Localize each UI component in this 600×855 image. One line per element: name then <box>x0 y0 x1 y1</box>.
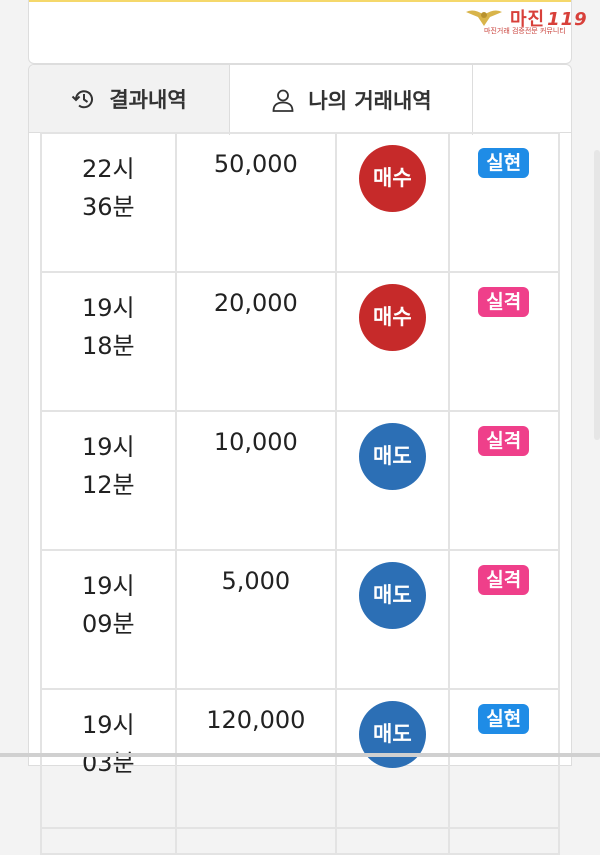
time-cell: 19시 09분 <box>40 549 177 690</box>
table-row: 19시 12분 10,000 매도 실격 <box>40 410 561 551</box>
time-hour: 19시 <box>81 572 135 600</box>
result-cell: 실격 <box>447 549 561 690</box>
amount-cell: 50,000 <box>174 132 338 273</box>
watermark: 마진 119 마진거래 검증전문 커뮤니티 <box>464 4 587 38</box>
table-row <box>40 827 561 855</box>
history-icon <box>72 89 94 108</box>
time-hour: 19시 <box>81 433 135 461</box>
amount-cell: 5,000 <box>174 549 338 690</box>
time-cell <box>40 827 177 855</box>
accent-line <box>29 0 571 2</box>
trade-type-badge: 매수 <box>358 284 426 351</box>
amount-cell: 10,000 <box>174 410 338 551</box>
table-row: 19시 09분 5,000 매도 실격 <box>40 549 561 690</box>
tab-bar: 결과내역 나의 거래내역 <box>29 65 571 135</box>
result-badge: 실현 <box>478 704 530 734</box>
table-row: 19시 18분 20,000 매수 실격 <box>40 271 561 412</box>
result-badge: 실격 <box>478 426 530 456</box>
time-minute: 18분 <box>81 332 135 360</box>
eagle-logo-icon <box>466 10 502 26</box>
bottom-edge <box>0 753 600 757</box>
time-cell: 22시 36분 <box>40 132 177 273</box>
time-cell: 19시 12분 <box>40 410 177 551</box>
time-cell: 19시 18분 <box>40 271 177 412</box>
time-hour: 22시 <box>81 155 135 183</box>
type-cell: 매도 <box>335 410 450 551</box>
type-cell: 매도 <box>335 549 450 690</box>
time-cell: 19시 03분 <box>40 688 177 829</box>
tab-bar-filler <box>473 65 571 133</box>
amount-cell: 20,000 <box>174 271 338 412</box>
tab-results[interactable]: 결과내역 <box>29 65 229 133</box>
time-minute: 03분 <box>81 749 135 777</box>
table-row: 19시 03분 120,000 매도 실현 <box>40 688 561 829</box>
trade-type-badge: 매수 <box>358 145 426 212</box>
result-badge: 실현 <box>478 148 530 178</box>
result-cell: 실격 <box>447 271 561 412</box>
type-cell <box>335 827 450 855</box>
type-cell: 매수 <box>335 132 450 273</box>
trade-table: 22시 36분 50,000 매수 실현 19시 18분 20,000 매수 실격 … <box>40 132 561 855</box>
time-minute: 09분 <box>81 610 135 638</box>
type-cell: 매수 <box>335 271 450 412</box>
amount-cell <box>174 827 338 855</box>
result-badge: 실격 <box>478 287 530 317</box>
time-hour: 19시 <box>81 294 135 322</box>
user-icon <box>272 89 294 112</box>
amount-cell: 120,000 <box>174 688 338 829</box>
result-cell <box>447 827 561 855</box>
tab-my-trades[interactable]: 나의 거래내역 <box>229 65 473 135</box>
result-badge: 실격 <box>478 565 530 595</box>
result-cell: 실격 <box>447 410 561 551</box>
type-cell: 매도 <box>335 688 450 829</box>
trade-type-badge: 매도 <box>358 562 426 629</box>
time-minute: 12분 <box>81 471 135 499</box>
scrollbar[interactable] <box>594 150 600 440</box>
time-hour: 19시 <box>81 711 135 739</box>
result-cell: 실현 <box>447 688 561 829</box>
trade-type-badge: 매도 <box>358 701 426 768</box>
tab-my-trades-label: 나의 거래내역 <box>308 89 432 113</box>
table-row: 22시 36분 50,000 매수 실현 <box>40 132 561 273</box>
trade-type-badge: 매도 <box>358 423 426 490</box>
result-cell: 실현 <box>447 132 561 273</box>
watermark-subtitle: 마진거래 검증전문 커뮤니티 <box>484 27 566 35</box>
tab-results-label: 결과내역 <box>109 87 187 112</box>
time-minute: 36분 <box>81 193 135 221</box>
